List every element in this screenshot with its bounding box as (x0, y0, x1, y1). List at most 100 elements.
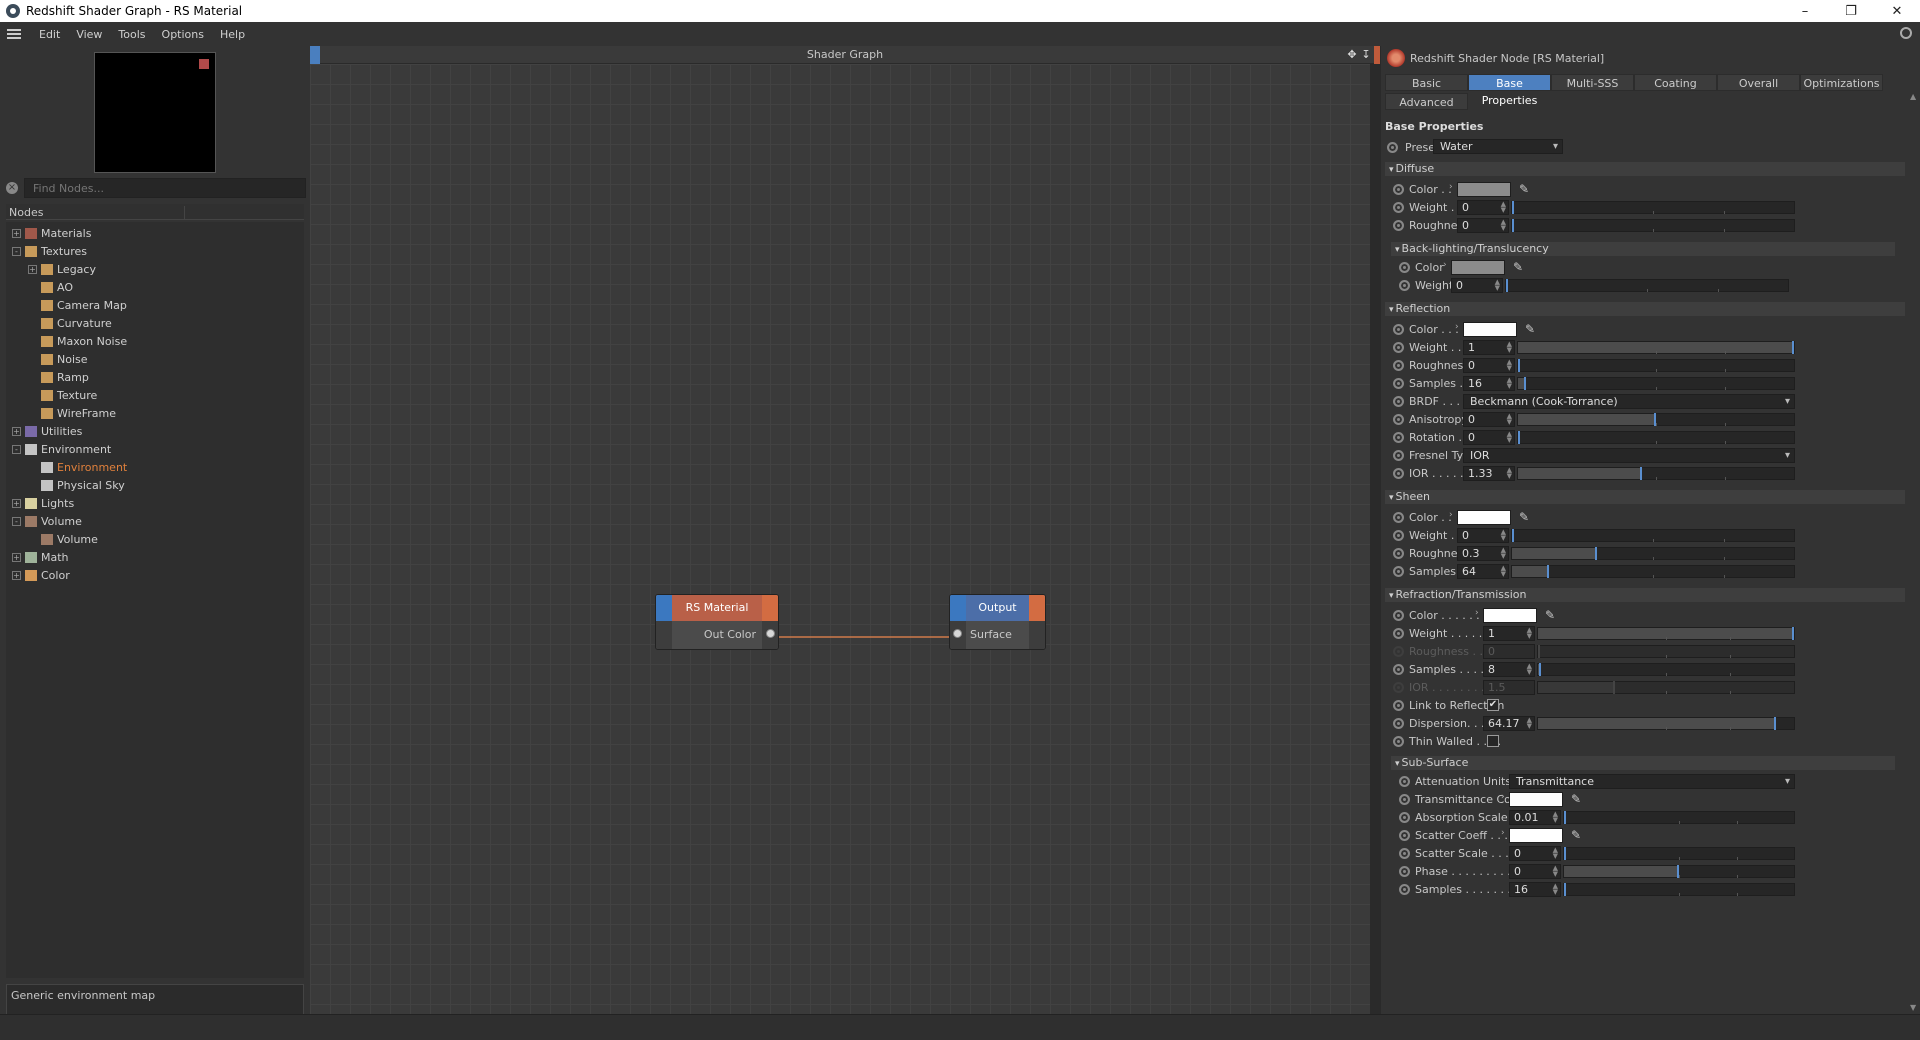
slider-handle[interactable] (1595, 547, 1597, 560)
output-node[interactable]: Output Surface (949, 594, 1046, 650)
eyedropper-icon[interactable]: ✎ (1513, 260, 1527, 274)
refraction-samples-slider[interactable] (1537, 663, 1795, 676)
keyframe-icon[interactable] (1393, 699, 1404, 711)
keyframe-icon[interactable] (1393, 663, 1404, 675)
tree-item[interactable]: - Environment (12, 440, 111, 458)
reflection-color-swatch[interactable] (1463, 322, 1517, 337)
expand-arrow-icon[interactable]: › (1449, 182, 1453, 192)
slider-handle[interactable] (1539, 663, 1541, 676)
slider-handle[interactable] (1792, 341, 1794, 354)
maximize-button[interactable]: ❐ (1828, 0, 1874, 22)
clear-search-icon[interactable]: × (6, 182, 18, 194)
keyframe-icon[interactable] (1399, 847, 1410, 859)
preview-swatch-icon[interactable] (199, 59, 209, 69)
keyframe-icon[interactable] (1399, 261, 1410, 273)
expand-icon[interactable]: + (12, 228, 21, 238)
tree-item[interactable]: AO (28, 278, 73, 296)
subsurface-samples-slider[interactable] (1563, 883, 1795, 896)
group-subsurface[interactable]: Sub-Surface (1391, 756, 1895, 770)
thin-walled-checkbox[interactable] (1487, 735, 1499, 747)
tab-optimizations[interactable]: Optimizations (1800, 74, 1883, 91)
diffuse-color-swatch[interactable] (1457, 182, 1511, 197)
keyframe-icon[interactable] (1399, 883, 1410, 895)
diffuse-weight-field[interactable]: 0 ▲ ▼ (1457, 200, 1509, 215)
keyframe-icon[interactable] (1387, 141, 1398, 153)
graph-left-handle[interactable] (310, 46, 320, 64)
keyframe-icon[interactable] (1393, 511, 1404, 523)
diffuse-weight-slider[interactable] (1511, 201, 1795, 214)
keyframe-icon[interactable] (1399, 811, 1410, 823)
keyframe-icon[interactable] (1393, 359, 1404, 371)
refraction-samples-field[interactable]: 8 ▲ ▼ (1483, 662, 1535, 677)
reflection-anisotropy-slider[interactable] (1517, 413, 1795, 426)
brdf-dropdown[interactable]: Beckmann (Cook-Torrance) (1463, 394, 1795, 409)
reflection-rotation-field[interactable]: 0 ▲ ▼ (1463, 430, 1515, 445)
diffuse-roughness-field[interactable]: 0 ▲ ▼ (1457, 218, 1509, 233)
out-color-port[interactable] (766, 629, 775, 638)
tree-item[interactable]: - Volume (12, 512, 82, 530)
tab-coating[interactable]: Coating (1634, 74, 1717, 91)
slider-handle[interactable] (1518, 431, 1520, 444)
rs-material-node[interactable]: RS Material Out Color (655, 594, 779, 650)
backlight-weight-field[interactable]: 0 ▲ ▼ (1451, 278, 1503, 293)
subsurface-samples-field[interactable]: 16 ▲ ▼ (1509, 882, 1561, 897)
sheen-weight-field[interactable]: 0 ▲ ▼ (1457, 528, 1509, 543)
tree-item[interactable]: Environment (28, 458, 127, 476)
reflection-roughness-field[interactable]: 0 ▲ ▼ (1463, 358, 1515, 373)
group-refraction[interactable]: Refraction/Transmission (1385, 588, 1905, 602)
keyframe-icon[interactable] (1393, 219, 1404, 231)
tab-overall[interactable]: Overall (1717, 74, 1800, 91)
tab-basic[interactable]: Basic (1385, 74, 1468, 91)
keyframe-icon[interactable] (1393, 467, 1404, 479)
keyframe-icon[interactable] (1393, 377, 1404, 389)
menu-options[interactable]: Options (154, 28, 212, 41)
scatter-scale-field[interactable]: 0 ▲ ▼ (1509, 846, 1561, 861)
connection-wire[interactable] (310, 64, 1370, 1014)
tab-base-properties[interactable]: Base Properties (1468, 74, 1551, 107)
dispersion-slider[interactable] (1537, 717, 1795, 730)
tree-item[interactable]: Texture (28, 386, 97, 404)
reflection-rotation-slider[interactable] (1517, 431, 1795, 444)
collapse-icon[interactable]: - (12, 516, 21, 526)
keyframe-icon[interactable] (1393, 395, 1404, 407)
eyedropper-icon[interactable]: ✎ (1571, 792, 1585, 806)
reflection-weight-field[interactable]: 1 ▲ ▼ (1463, 340, 1515, 355)
keyframe-icon[interactable] (1393, 565, 1404, 577)
menu-tools[interactable]: Tools (110, 28, 153, 41)
keyframe-icon[interactable] (1393, 735, 1404, 747)
absorption-scale-field[interactable]: 0.01 ▲ ▼ (1509, 810, 1561, 825)
preset-dropdown[interactable]: Water (1433, 139, 1563, 154)
slider-handle[interactable] (1518, 359, 1520, 372)
keyframe-icon[interactable] (1393, 183, 1404, 195)
expand-arrow-icon[interactable]: › (1501, 828, 1505, 838)
transmittance-color-swatch[interactable] (1509, 792, 1563, 807)
eyedropper-icon[interactable]: ✎ (1519, 182, 1533, 196)
tree-item[interactable]: - Textures (12, 242, 87, 260)
surface-port[interactable] (953, 629, 962, 638)
keyframe-icon[interactable] (1393, 609, 1404, 621)
group-backlighting[interactable]: Back-lighting/Translucency (1391, 242, 1895, 256)
slider-handle[interactable] (1792, 627, 1794, 640)
eyedropper-icon[interactable]: ✎ (1545, 608, 1559, 622)
keyframe-icon[interactable] (1399, 829, 1410, 841)
scatter-coeff-swatch[interactable] (1509, 828, 1563, 843)
reflection-samples-field[interactable]: 16 ▲ ▼ (1463, 376, 1515, 391)
keyframe-icon[interactable] (1393, 547, 1404, 559)
slider-handle[interactable] (1506, 279, 1508, 292)
keyframe-icon[interactable] (1393, 431, 1404, 443)
slider-handle[interactable] (1512, 219, 1514, 232)
group-reflection[interactable]: Reflection (1385, 302, 1905, 316)
keyframe-icon[interactable] (1393, 413, 1404, 425)
refraction-weight-field[interactable]: 1 ▲ ▼ (1483, 626, 1535, 641)
slider-handle[interactable] (1564, 811, 1566, 824)
keyframe-icon[interactable] (1399, 279, 1410, 291)
refraction-color-swatch[interactable] (1483, 608, 1537, 623)
tree-item[interactable]: Ramp (28, 368, 89, 386)
find-nodes-input[interactable] (24, 178, 306, 198)
attributes-scrollbar[interactable]: ▲ ▼ (1909, 92, 1917, 1012)
tree-item[interactable]: + Math (12, 548, 69, 566)
search-icon[interactable] (1900, 27, 1912, 39)
reflection-roughness-slider[interactable] (1517, 359, 1795, 372)
keyframe-icon[interactable] (1399, 865, 1410, 877)
graph-canvas[interactable]: RS Material Out Color Output Surface (310, 64, 1370, 1014)
